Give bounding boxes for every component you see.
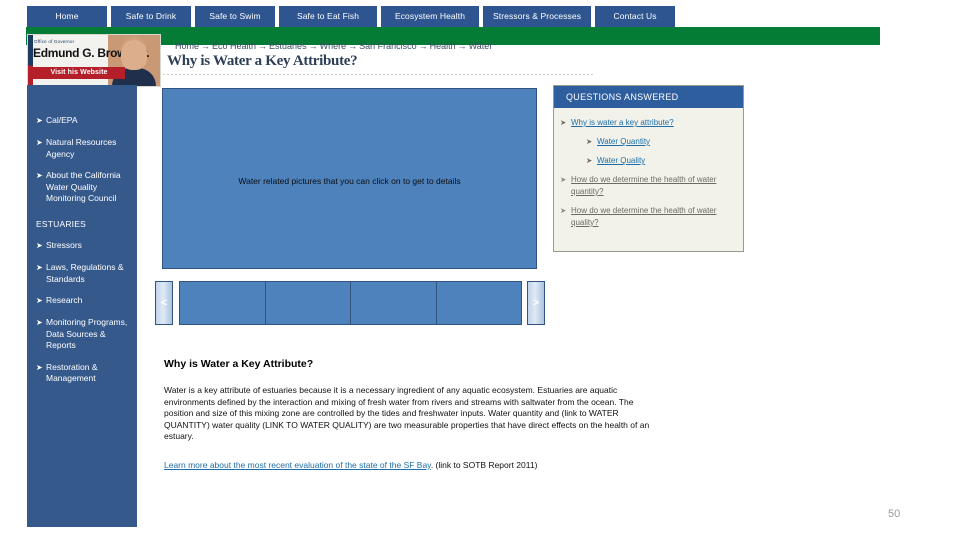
carousel-prev-arrow-icon[interactable]: < — [155, 281, 173, 325]
governor-banner[interactable]: Office of Governor Edmund G. Brown Jr. V… — [27, 34, 161, 87]
bullet-arrow-icon: ➤ — [36, 241, 43, 250]
bullet-arrow-icon: ➤ — [586, 156, 593, 165]
breadcrumb-separator-icon: → — [457, 41, 467, 51]
sotb-report-link-row: Learn more about the most recent evaluat… — [164, 459, 684, 471]
breadcrumb-item-where[interactable]: Where — [320, 41, 347, 51]
body-paragraph: Water is a key attribute of estuaries be… — [164, 385, 650, 442]
sidebar-item-label: Cal/EPA — [46, 115, 78, 125]
bullet-arrow-icon: ➤ — [36, 362, 43, 372]
sidebar-item-cal-epa[interactable]: ➤ Cal/EPA — [27, 115, 137, 127]
sidebar-item-label: Research — [46, 295, 83, 305]
visit-website-button[interactable]: Visit his Website — [33, 67, 125, 79]
breadcrumb-item-san-francisco[interactable]: San Francisco — [359, 41, 417, 51]
sidebar-agency-links: ➤ Cal/EPA ➤ Natural Resources Agency ➤ About … — [27, 85, 137, 205]
sidebar-item-label: Natural Resources Agency — [46, 137, 117, 159]
sidebar-item-research[interactable]: ➤ Research — [27, 295, 137, 307]
nav-tab-safe-to-swim[interactable]: Safe to Swim — [194, 6, 276, 27]
sidebar-item-natural-resources-agency[interactable]: ➤ Natural Resources Agency — [27, 137, 137, 160]
breadcrumb-separator-icon: → — [201, 41, 211, 51]
sidebar-item-label: Laws, Regulations & Standards — [46, 262, 124, 284]
question-link-label: How do we determine the health of water … — [571, 206, 717, 227]
sidebar-item-restoration-management[interactable]: ➤ Restoration & Management — [27, 362, 137, 385]
breadcrumb-item-eco-health[interactable]: Eco Health — [212, 41, 256, 51]
sidebar-item-label: Monitoring Programs, Data Sources & Repo… — [46, 317, 128, 350]
question-link-5[interactable]: ➤ How do we determine the health of water… — [560, 205, 735, 229]
breadcrumb-separator-icon: → — [308, 41, 318, 51]
carousel-thumbnail[interactable] — [179, 281, 266, 325]
carousel-thumbnail[interactable] — [350, 281, 437, 325]
bullet-arrow-icon: ➤ — [586, 137, 593, 146]
bullet-arrow-icon: ➤ — [36, 171, 43, 180]
sidebar-estuaries-links: ➤ Stressors ➤ Laws, Regulations & Standards… — [27, 240, 137, 385]
thumbnail-carousel: < > — [155, 281, 545, 325]
question-link-label: How do we determine the health of water … — [571, 175, 717, 196]
page-number: 50 — [888, 508, 901, 520]
bullet-arrow-icon: ➤ — [36, 138, 43, 147]
sidebar-item-laws-regulations-standards[interactable]: ➤ Laws, Regulations & Standards — [27, 262, 137, 285]
question-link-3[interactable]: ➤ Water Quality — [560, 155, 735, 167]
breadcrumb-item-home[interactable]: Home — [175, 41, 199, 51]
bullet-arrow-icon: ➤ — [36, 318, 43, 327]
title-divider — [163, 74, 595, 75]
question-link-label: Water Quantity — [597, 137, 651, 146]
bullet-arrow-icon: ➤ — [560, 175, 567, 184]
breadcrumb-item-estuaries[interactable]: Estuaries — [269, 41, 307, 51]
question-link-4[interactable]: ➤ How do we determine the health of water… — [560, 174, 735, 198]
breadcrumb-separator-icon: → — [258, 41, 268, 51]
sotb-report-link[interactable]: Learn more about the most recent evaluat… — [164, 460, 431, 470]
bullet-arrow-icon: ➤ — [36, 296, 43, 305]
hero-caption: Water related pictures that you can clic… — [238, 176, 461, 186]
body-heading: Why is Water a Key Attribute? — [164, 358, 314, 370]
bullet-arrow-icon: ➤ — [560, 206, 567, 215]
sidebar-item-monitoring-programs-data-sources-reports[interactable]: ➤ Monitoring Programs, Data Sources & Rep… — [27, 317, 137, 352]
bullet-arrow-icon: ➤ — [36, 116, 43, 125]
nav-tab-stressors-processes[interactable]: Stressors & Processes — [482, 6, 593, 27]
carousel-next-arrow-icon[interactable]: > — [527, 281, 545, 325]
nav-tab-ecosystem-health[interactable]: Ecosystem Health — [380, 6, 480, 27]
breadcrumb-separator-icon: → — [418, 41, 428, 51]
question-link-1[interactable]: ➤ Why is water a key attribute? — [560, 117, 735, 129]
governor-office-label: Office of Governor — [34, 39, 75, 44]
question-link-2[interactable]: ➤ Water Quantity — [560, 136, 735, 148]
sotb-report-link-suffix: . (link to SOTB Report 2011) — [430, 460, 538, 470]
left-sidebar: ➤ Cal/EPA ➤ Natural Resources Agency ➤ About … — [27, 85, 137, 527]
carousel-thumbnail-strip — [179, 281, 522, 325]
breadcrumb-separator-icon: → — [348, 41, 358, 51]
nav-tab-safe-to-eat-fish[interactable]: Safe to Eat Fish — [278, 6, 378, 27]
questions-list: ➤ Why is water a key attribute? ➤ Water Qua… — [554, 108, 743, 229]
questions-answered-panel: QUESTIONS ANSWERED ➤ Why is water a key a… — [553, 85, 744, 252]
primary-navigation[interactable]: Home Safe to Drink Safe to Swim Safe to Eat… — [26, 6, 678, 27]
sidebar-item-stressors[interactable]: ➤ Stressors — [27, 240, 137, 252]
carousel-thumbnail[interactable] — [264, 281, 351, 325]
breadcrumb-item-water[interactable]: Water — [469, 41, 493, 51]
sidebar-item-about-the-california-water-quality-monitoring-council[interactable]: ➤ About the California Water Quality Moni… — [27, 170, 137, 205]
nav-tab-home[interactable]: Home — [26, 6, 108, 27]
question-link-label: Why is water a key attribute? — [571, 118, 674, 127]
nav-tab-contact-us[interactable]: Contact Us — [594, 6, 677, 27]
breadcrumb[interactable]: Home → Eco Health → Estuaries → Where → San Fran… — [175, 41, 492, 51]
sidebar-item-label: Stressors — [46, 240, 82, 250]
question-link-label: Water Quality — [597, 156, 646, 165]
breadcrumb-item-health[interactable]: Health — [430, 41, 456, 51]
sidebar-section-heading: ESTUARIES — [36, 218, 86, 229]
sidebar-item-label: Restoration & Management — [46, 361, 98, 384]
page-title: Why is Water a Key Attribute? — [167, 53, 358, 69]
sidebar-item-label: About the California Water Quality Monit… — [46, 170, 121, 203]
hero-image-placeholder[interactable]: Water related pictures that you can clic… — [162, 88, 537, 269]
bullet-arrow-icon: ➤ — [36, 263, 43, 272]
carousel-thumbnail[interactable] — [435, 281, 522, 325]
questions-panel-header: QUESTIONS ANSWERED — [554, 86, 743, 108]
bullet-arrow-icon: ➤ — [560, 118, 567, 127]
nav-tab-safe-to-drink[interactable]: Safe to Drink — [110, 6, 192, 27]
